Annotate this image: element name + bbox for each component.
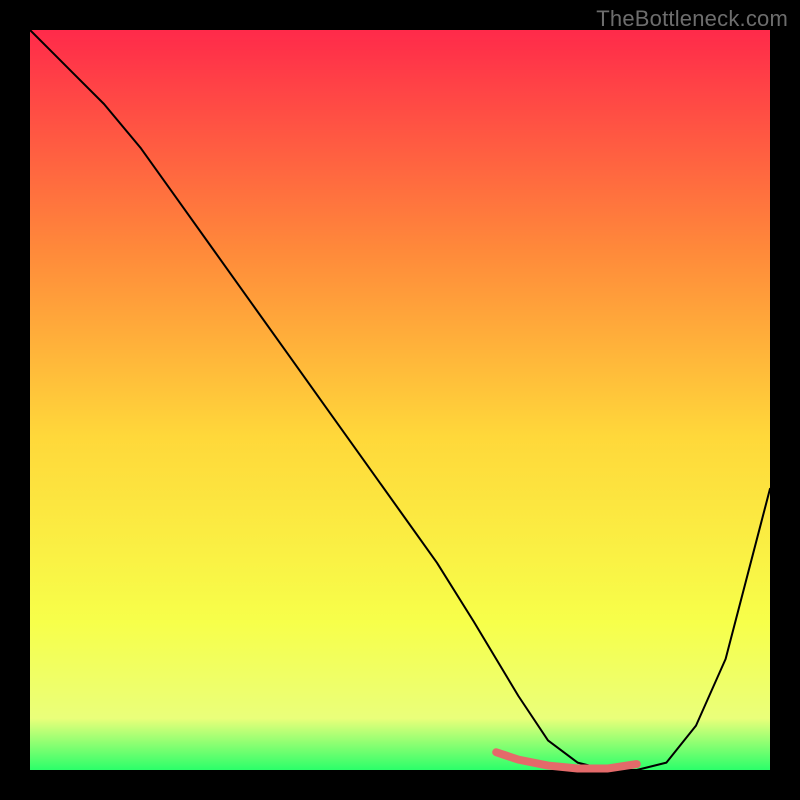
- watermark-text: TheBottleneck.com: [596, 6, 788, 32]
- plot-background: [30, 30, 770, 770]
- plot-svg: [0, 0, 800, 800]
- bottleneck-chart: TheBottleneck.com: [0, 0, 800, 800]
